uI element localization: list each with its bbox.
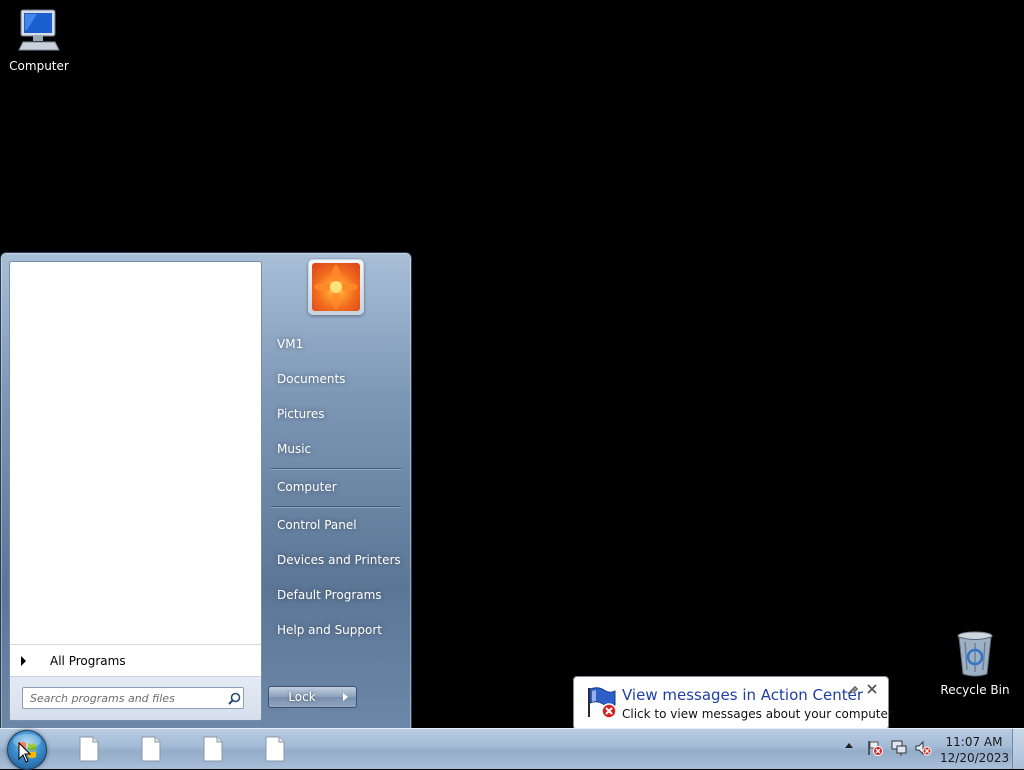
action-center-flag-icon[interactable] [866,739,884,757]
show-hidden-icons-icon[interactable] [845,743,853,748]
document-icon[interactable] [263,736,287,762]
notification-title[interactable]: View messages in Action Center [622,686,863,704]
menu-separator [271,468,401,469]
start-item-label: Pictures [277,407,325,421]
flower-picture-icon [312,263,360,311]
computer-icon [18,9,60,51]
clock-time: 11:07 AM [945,735,1003,749]
start-item-label: Devices and Printers [277,553,401,567]
lock-button-label: Lock [288,690,316,704]
desktop-icon-label: Recycle Bin [940,683,1010,697]
shutdown-options-button[interactable] [335,686,357,708]
start-item-documents[interactable]: Documents [268,364,404,394]
start-item-label: Default Programs [277,588,382,602]
action-center-notification[interactable]: View messages in Action Center Click to … [573,676,896,740]
all-programs-button[interactable]: All Programs [10,644,261,677]
recycle-bin-icon [957,631,993,677]
document-icon[interactable] [77,736,101,762]
clock-date: 12/20/2023 [940,751,1010,765]
start-item-label: Computer [277,480,337,494]
desktop-icon-computer[interactable]: Computer [2,8,76,73]
search-input[interactable] [30,690,225,706]
arrow-right-icon [343,693,348,701]
start-item-music[interactable]: Music [268,434,404,464]
start-item-label: Help and Support [277,623,382,637]
search-box[interactable] [22,687,244,709]
volume-muted-icon[interactable] [914,739,932,757]
start-item-help-and-support[interactable]: Help and Support [268,615,404,645]
action-center-flag-icon [588,687,617,719]
taskbar: 11:07 AM 12/20/2023 [0,728,1024,770]
start-item-pictures[interactable]: Pictures [268,399,404,429]
document-icon[interactable] [139,736,163,762]
user-picture[interactable] [308,259,364,315]
arrow-right-icon [21,656,26,666]
start-item-label: Documents [277,372,346,386]
taskbar-clock[interactable]: 11:07 AM 12/20/2023 [940,734,1010,766]
start-item-default-programs[interactable]: Default Programs [268,580,404,610]
document-icon[interactable] [201,736,225,762]
wrench-icon[interactable] [846,684,858,696]
start-item-vm1[interactable]: VM1 [268,329,404,359]
network-icon[interactable] [890,739,908,757]
start-item-label: Music [277,442,312,456]
all-programs-label: All Programs [50,654,126,668]
programs-pane: All Programs [9,261,262,721]
desktop-icon-label: Computer [9,59,69,73]
start-item-computer[interactable]: Computer [268,472,404,502]
search-area [10,676,261,720]
start-item-label: Control Panel [277,518,357,532]
start-menu: All Programs Search programs and files V… [0,252,412,730]
start-item-label: VM1 [277,337,304,351]
start-item-devices-and-printers[interactable]: Devices and Printers [268,545,404,575]
start-item-control-panel[interactable]: Control Panel [268,510,404,540]
close-icon[interactable] [866,683,878,695]
mouse-cursor-icon [18,742,32,763]
show-desktop-button[interactable] [1012,729,1024,769]
menu-separator [271,506,401,507]
notification-text: Click to view messages about your comput… [622,707,896,721]
lock-button[interactable]: Lock [268,686,336,708]
search-icon[interactable] [225,689,243,707]
desktop-icon-recycle-bin[interactable]: Recycle Bin [938,630,1012,697]
